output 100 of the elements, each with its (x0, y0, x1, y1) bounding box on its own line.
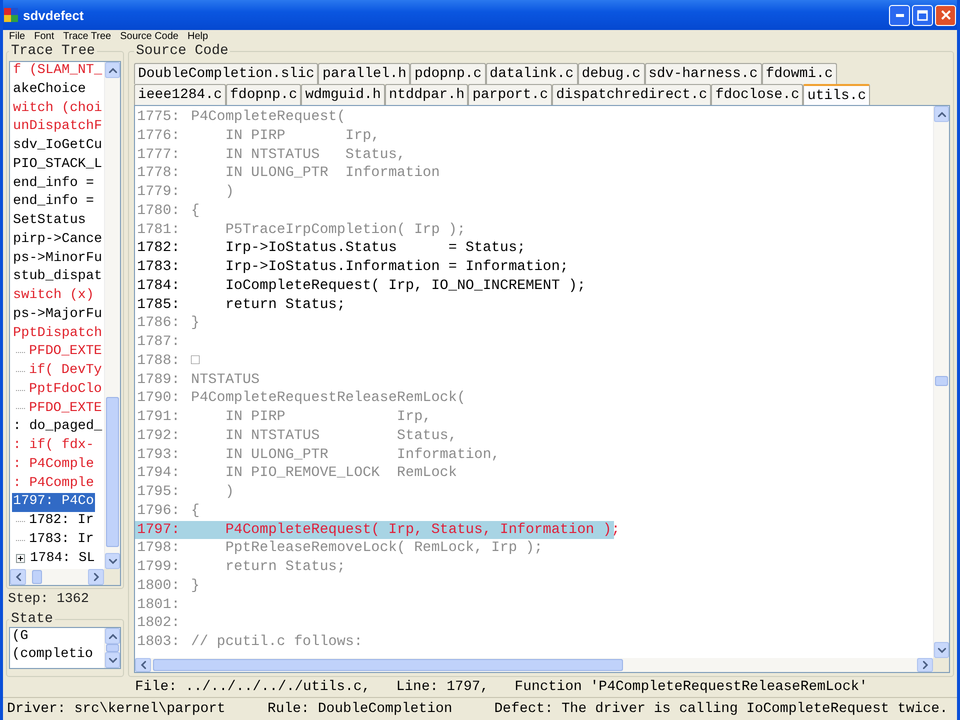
file-tab[interactable]: ntddpar.h (384, 84, 468, 105)
scroll-right-button[interactable] (88, 569, 104, 585)
tree-item[interactable]: 1797: P4Co (12, 493, 96, 512)
minimize-button[interactable] (889, 4, 910, 26)
file-tab[interactable]: ieee1284.c (134, 84, 226, 105)
tree-item[interactable]: if( DevTy (28, 362, 103, 381)
state-line: (completio (12, 646, 94, 664)
close-button[interactable] (935, 4, 956, 26)
file-tab[interactable]: parport.c (468, 84, 552, 105)
menu-item[interactable]: Help (188, 31, 208, 42)
code-text: IN PIO_REMOVE_LOCK RemLock (224, 464, 457, 483)
file-tab[interactable]: pdopnp.c (410, 63, 486, 84)
tree-line (16, 408, 25, 410)
scrollbar-corner (933, 658, 949, 672)
caret-left-icon (140, 661, 146, 669)
tree-item[interactable]: ps->MajorFu (12, 306, 104, 324)
tree-item[interactable]: : if( fdx- (12, 437, 96, 456)
tree-item[interactable]: 1782: Ir (28, 512, 95, 531)
expand-icon[interactable] (16, 554, 25, 564)
line-number: 1782: (137, 239, 181, 258)
scrollbar-thumb[interactable] (153, 659, 623, 671)
line-number: 1795: (137, 483, 181, 502)
file-tab[interactable]: wdmguid.h (301, 84, 385, 105)
menu-item[interactable]: Trace Tree (63, 31, 112, 42)
code-text: // pcutil.c follows: (191, 633, 363, 652)
scrollbar-thumb[interactable] (106, 397, 119, 547)
tree-item[interactable]: PIO_STACK_L (12, 156, 104, 174)
group-title: State (10, 611, 54, 627)
tree-item[interactable]: PptDispatch (12, 324, 104, 344)
tree-item[interactable]: PptFdoClo (28, 380, 103, 400)
line-number: 1784: (137, 276, 181, 296)
scroll-right-button[interactable] (917, 658, 933, 672)
scroll-left-button[interactable] (10, 569, 26, 585)
code-text: return Status; (224, 558, 346, 577)
tree-item[interactable]: PFDO_EXTE (28, 343, 103, 362)
code-text: P4CompleteRequestReleaseRemLock( (191, 389, 466, 408)
code-text: PptReleaseRemoveLock( RemLock, Irp ); (224, 539, 543, 558)
close-icon (940, 10, 950, 20)
menu-item[interactable]: File (9, 31, 26, 42)
code-text: IN NTSTATUS Status, (224, 426, 457, 446)
scroll-up-button[interactable] (934, 106, 949, 122)
code-text: NTSTATUS (191, 370, 260, 390)
caret-left-icon (16, 573, 20, 581)
code-text: { (191, 502, 200, 520)
group-title: Source Code (135, 43, 230, 59)
file-tab[interactable]: dispatchredirect.c (552, 84, 712, 105)
file-tab[interactable]: sdv-harness.c (644, 63, 762, 84)
tree-item[interactable]: witch (choi (12, 100, 104, 118)
scrollbar-corner (104, 569, 120, 585)
scroll-up-button[interactable] (105, 62, 120, 78)
file-tab[interactable]: utils.c (803, 84, 870, 105)
code-text: □ (191, 352, 200, 370)
tree-item[interactable]: : do_paged_ (12, 418, 104, 437)
file-tab[interactable]: fdowmi.c (762, 63, 837, 84)
code-text: IN PIRP Irp, (224, 408, 432, 427)
tree-item[interactable]: : P4Comple (12, 456, 96, 474)
maximize-icon (917, 10, 928, 20)
line-number: 1781: (137, 220, 181, 240)
tree-item[interactable]: stub_dispat (12, 268, 104, 287)
tree-item[interactable]: switch (x) (12, 287, 96, 306)
file-tab[interactable]: datalink.c (486, 63, 578, 84)
scrollbar-track[interactable] (104, 628, 120, 668)
scroll-down-button[interactable] (105, 553, 120, 569)
caret-right-icon (922, 661, 928, 669)
tree-item[interactable]: pirp->Cance (12, 230, 104, 250)
tree-item[interactable]: PFDO_EXTE (28, 400, 103, 418)
tree-item[interactable]: 1783: Ir (28, 530, 95, 550)
file-tab[interactable]: DoubleCompletion.slic (134, 63, 318, 84)
scroll-down-button[interactable] (105, 652, 120, 668)
line-number: 1790: (137, 389, 181, 408)
tree-item[interactable]: ps->MinorFu (12, 250, 104, 268)
caret-up-icon (108, 634, 116, 638)
tree-item[interactable]: sdv_IoGetCu (12, 137, 104, 156)
tree-item[interactable]: end_info = (12, 193, 96, 212)
scrollbar-thumb[interactable] (935, 376, 948, 386)
scrollbar-thumb[interactable] (32, 570, 42, 584)
tree-item[interactable]: akeChoice (12, 80, 87, 100)
file-tab[interactable]: fdoclose.c (711, 84, 804, 105)
scrollbar-thumb[interactable] (106, 644, 119, 652)
caret-down-icon (108, 658, 116, 662)
tree-item[interactable]: f (SLAM_NT_ (12, 62, 104, 81)
line-number: 1780: (137, 202, 181, 220)
file-tab[interactable]: parallel.h (318, 63, 410, 84)
line-number: 1800: (137, 576, 181, 596)
menu-item[interactable]: Font (34, 31, 54, 42)
line-number: 1802: (137, 614, 181, 633)
tree-item[interactable]: SetStatus (12, 212, 87, 231)
scroll-up-button[interactable] (105, 628, 120, 644)
maximize-button[interactable] (912, 4, 933, 26)
tree-item[interactable]: 1784: SL (29, 550, 96, 568)
menu-item[interactable]: Source Code (120, 31, 178, 42)
tree-item[interactable]: end_info = (12, 174, 96, 194)
code-text: Irp->IoStatus.Status = Status; (224, 239, 526, 258)
tree-item[interactable]: unDispatchF (12, 118, 104, 137)
scroll-left-button[interactable] (135, 658, 151, 672)
scroll-down-button[interactable] (934, 642, 949, 658)
group-title: Trace Tree (10, 43, 96, 59)
file-tab[interactable]: debug.c (578, 63, 644, 84)
file-tab[interactable]: fdopnp.c (226, 84, 302, 105)
tree-item[interactable]: : P4Comple (12, 474, 96, 494)
